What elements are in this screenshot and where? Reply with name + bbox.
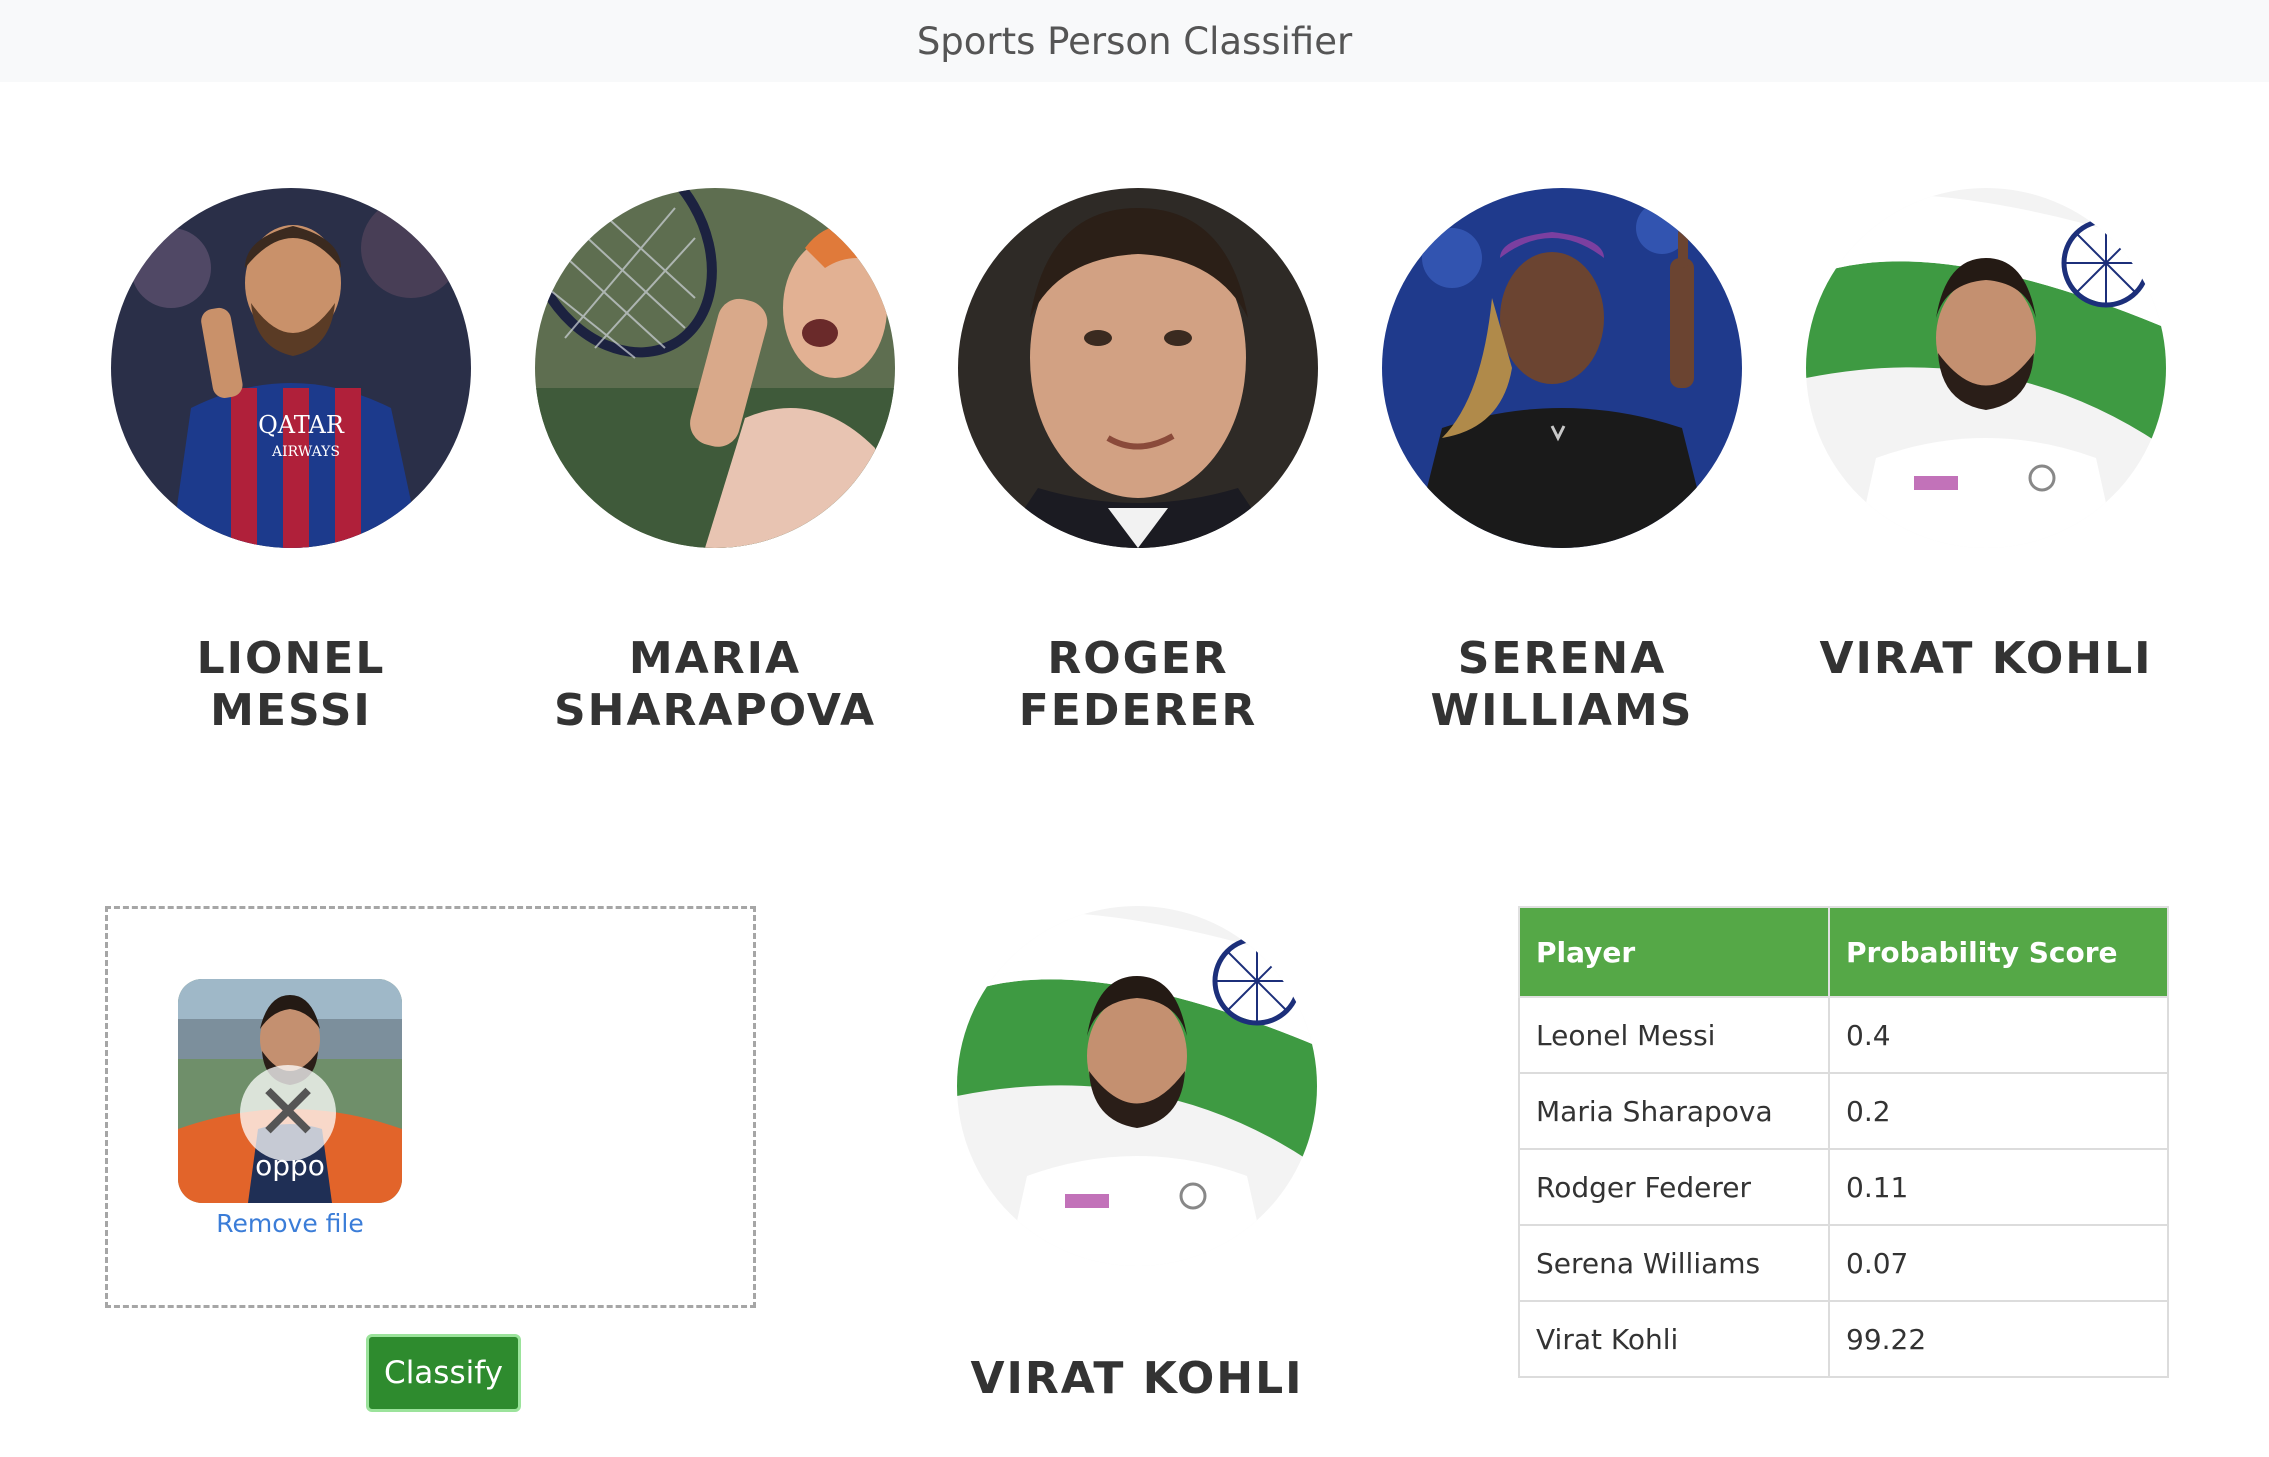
player-cell: Virat Kohli [1518,1300,1830,1378]
player-card-federer: ROGER FEDERER [958,188,1318,737]
score-cell: 0.2 [1828,1072,2169,1150]
table-row: Serena Williams 0.07 [1518,1224,2169,1302]
svg-text:QATAR: QATAR [258,411,345,439]
player-name-serena: SERENA WILLIAMS [1430,633,1694,736]
player-photo-serena [1382,188,1742,548]
table-row: Virat Kohli 99.22 [1518,1300,2169,1378]
player-gallery: QATAR AIRWAYS LIONEL MESSI MARIA SHARAPO… [0,0,2269,760]
score-cell: 0.11 [1828,1148,2169,1226]
score-cell: 99.22 [1828,1300,2169,1378]
column-header-probability: Probability Score [1828,906,2169,998]
player-name-sharapova: MARIA SHARAPOVA [553,633,877,736]
player-photo-federer [958,188,1318,548]
table-row: Leonel Messi 0.4 [1518,996,2169,1074]
remove-file-link[interactable]: Remove file [178,1209,402,1238]
image-dropzone[interactable]: oppo ✕ Remove file [105,906,756,1308]
close-icon[interactable]: ✕ [240,1065,336,1161]
score-cell: 0.07 [1828,1224,2169,1302]
player-photo-kohli [1806,188,2166,548]
player-photo-sharapova [535,188,895,548]
player-cell: Rodger Federer [1518,1148,1830,1226]
uploaded-image-thumbnail: oppo ✕ [178,979,402,1203]
player-name-messi: LIONEL MESSI [196,633,386,736]
player-cell: Leonel Messi [1518,996,1830,1074]
probability-table: Player Probability Score Leonel Messi 0.… [1518,906,2169,1378]
classification-result: VIRAT KOHLI [957,906,1317,1405]
player-name-kohli: VIRAT KOHLI [1819,633,2153,684]
result-photo [957,906,1317,1266]
player-card-messi: QATAR AIRWAYS LIONEL MESSI [111,188,471,737]
score-cell: 0.4 [1828,996,2169,1074]
player-card-serena: SERENA WILLIAMS [1382,188,1742,737]
result-name: VIRAT KOHLI [970,1353,1304,1404]
svg-text:AIRWAYS: AIRWAYS [271,444,340,460]
player-name-federer: ROGER FEDERER [1018,633,1258,736]
table-row: Rodger Federer 0.11 [1518,1148,2169,1226]
player-photo-messi: QATAR AIRWAYS [111,188,471,548]
player-cell: Serena Williams [1518,1224,1830,1302]
classify-button[interactable]: Classify [366,1334,521,1412]
player-card-kohli: VIRAT KOHLI [1806,188,2166,685]
player-card-sharapova: MARIA SHARAPOVA [535,188,895,737]
table-header-row: Player Probability Score [1518,906,2169,998]
column-header-player: Player [1518,906,1830,998]
player-cell: Maria Sharapova [1518,1072,1830,1150]
table-row: Maria Sharapova 0.2 [1518,1072,2169,1150]
